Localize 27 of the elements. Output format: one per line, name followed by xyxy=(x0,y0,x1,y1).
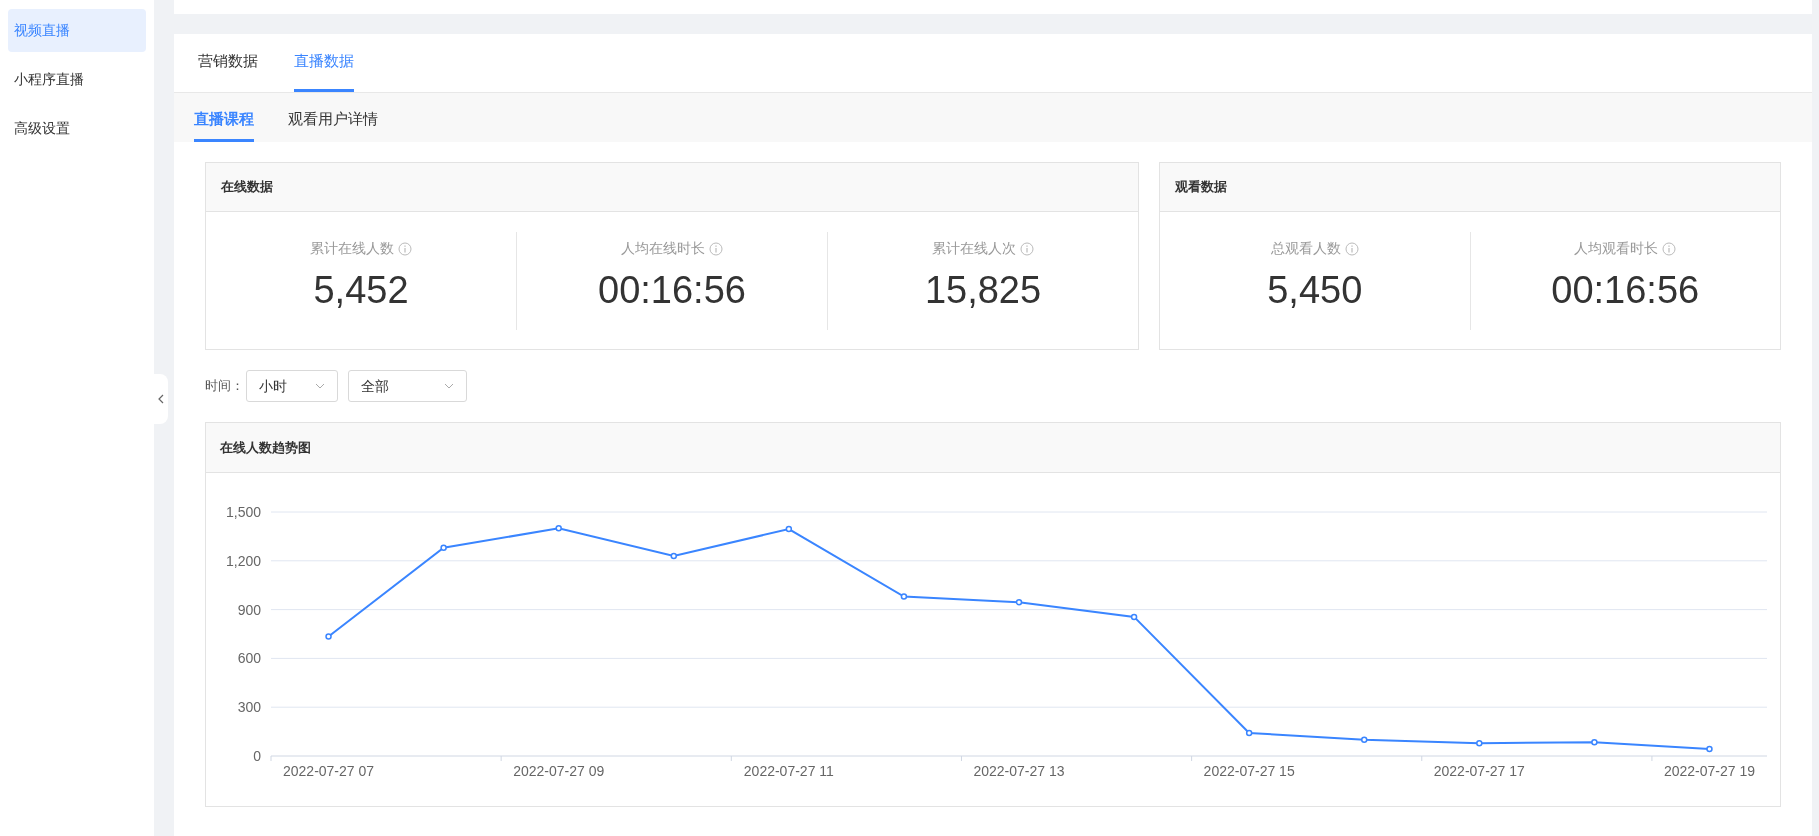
filter-label: 时间： xyxy=(205,377,244,396)
x-tick-label: 2022-07-27 19 xyxy=(1663,763,1755,779)
x-tick-label: 2022-07-27 17 xyxy=(1433,763,1525,779)
stat-label: 人均观看时长 xyxy=(1574,239,1659,258)
y-tick-label: 900 xyxy=(237,601,261,618)
y-tick-label: 1,500 xyxy=(225,504,261,520)
card-title: 观看数据 xyxy=(1160,163,1780,212)
stat-value: 15,825 xyxy=(924,271,1042,309)
y-tick-label: 0 xyxy=(253,748,261,764)
y-tick-label: 1,200 xyxy=(225,552,261,569)
stat-label: 累计在线人次 xyxy=(932,239,1016,258)
y-tick-label: 600 xyxy=(237,650,261,667)
card-title: 在线数据 xyxy=(206,163,1138,212)
stat-value: 00:16:56 xyxy=(1551,271,1700,309)
x-tick-label: 2022-07-27 07 xyxy=(283,763,375,779)
x-tick-label: 2022-07-27 09 xyxy=(513,763,605,779)
stat-value: 00:16:56 xyxy=(598,271,746,309)
stat-label: 人均在线时长 xyxy=(621,239,705,258)
chart-title: 在线人数趋势图 xyxy=(206,423,1780,473)
stat-value: 5,450 xyxy=(1267,271,1363,309)
y-tick-label: 300 xyxy=(237,699,261,716)
stat-label: 累计在线人数 xyxy=(310,239,394,258)
stat-label: 总观看人数 xyxy=(1270,239,1341,258)
x-tick-label: 2022-07-27 15 xyxy=(1203,763,1295,779)
stat-value: 5,452 xyxy=(313,271,409,309)
x-tick-label: 2022-07-27 13 xyxy=(973,763,1065,779)
x-tick-label: 2022-07-27 11 xyxy=(743,763,834,779)
